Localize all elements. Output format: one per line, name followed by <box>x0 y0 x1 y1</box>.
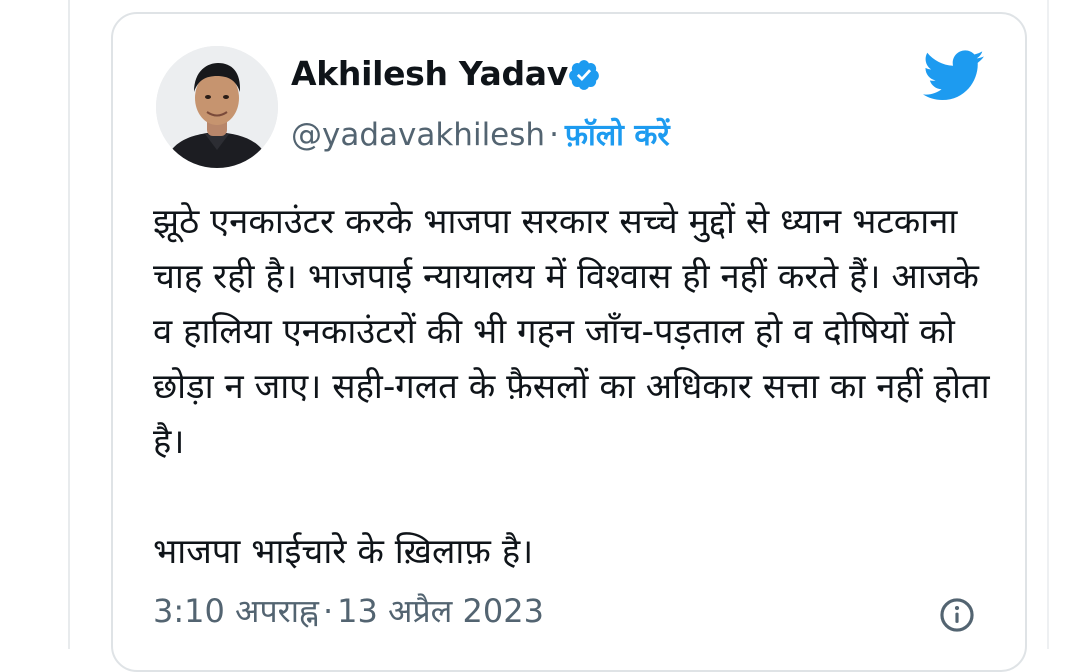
tweet-time[interactable]: 3:10 अपराह्न <box>153 592 319 630</box>
author-handle[interactable]: @yadavakhilesh <box>291 117 545 153</box>
tweet-timestamp[interactable]: 3:10 अपराह्न · 13 अप्रैल 2023 <box>153 589 544 632</box>
author-name[interactable]: Akhilesh Yadav <box>291 54 568 93</box>
tweet-paragraph-1: झूठे एनकाउंटर करके भाजपा सरकार सच्चे मुद… <box>153 202 1001 462</box>
handle-row: @yadavakhilesh · फ़ॉलो करें <box>291 113 670 154</box>
twitter-bird-icon[interactable] <box>923 50 985 102</box>
tweet-paragraph-2: भाजपा भाईचारे के ख़िलाफ़ है। <box>153 532 534 572</box>
separator-dot: · <box>322 592 334 630</box>
tweet-text: झूठे एनकाउंटर करके भाजपा सरकार सच्चे मुद… <box>153 195 1003 580</box>
verified-badge-icon <box>569 60 599 90</box>
avatar[interactable] <box>156 46 278 168</box>
divider-left <box>68 0 70 649</box>
info-icon[interactable] <box>938 596 976 634</box>
separator-dot: · <box>549 117 559 153</box>
follow-button[interactable]: फ़ॉलो करें <box>565 118 670 153</box>
tweet-date[interactable]: 13 अप्रैल 2023 <box>337 592 544 630</box>
divider-right <box>1047 0 1049 649</box>
